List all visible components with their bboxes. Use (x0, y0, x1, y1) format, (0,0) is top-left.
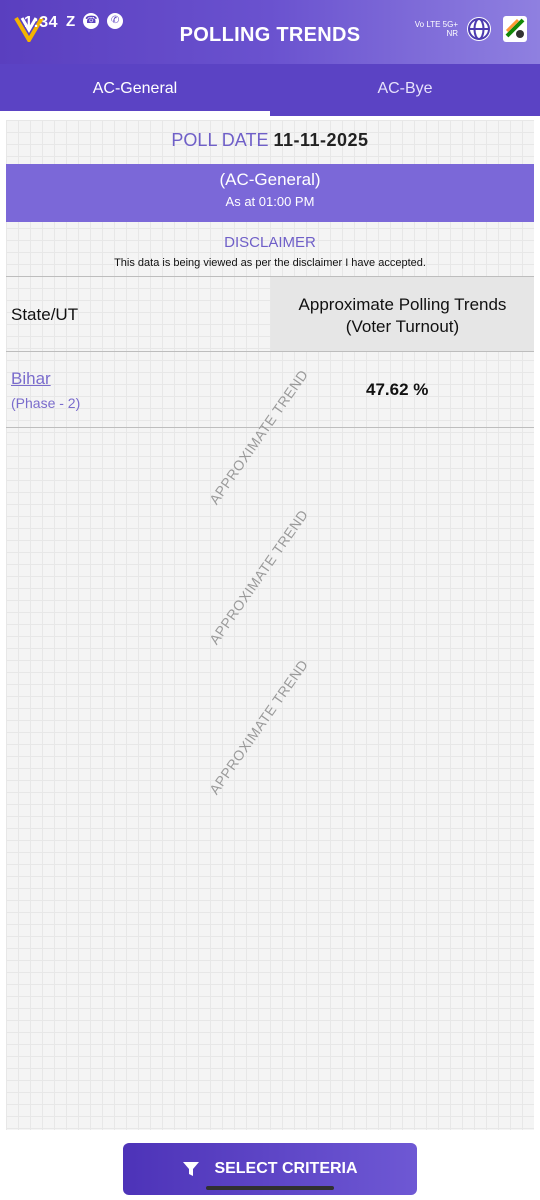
column-header-state: State/UT (11, 305, 79, 324)
column-header-turnout-line2: (Voter Turnout) (345, 317, 460, 336)
state-phase: (Phase - 2) (11, 395, 81, 411)
watermark: APPROXIMATE TREND (206, 656, 312, 798)
tab-ac-bye[interactable]: AC-Bye (270, 64, 540, 116)
poll-date-value: 11-11-2025 (273, 130, 369, 150)
tab-ac-general[interactable]: AC-General (0, 64, 270, 116)
tab-bar: AC-General AC-Bye (0, 64, 540, 116)
as-at-time: As at 01:00 PM (225, 194, 315, 209)
column-header-turnout-line1: Approximate Polling Trends (298, 295, 507, 314)
gesture-home-bar[interactable] (206, 1186, 334, 1190)
disclaimer-text: This data is being viewed as per the dis… (114, 257, 426, 269)
election-type: (AC-General) (219, 170, 321, 189)
eci-emblem-icon (503, 16, 527, 42)
status-right: Vo LTE 5G+ NR (415, 12, 530, 46)
content-area[interactable]: POLL DATE 11-11-2025 (AC-General) As at … (6, 120, 534, 1130)
election-type-band: (AC-General) As at 01:00 PM (6, 164, 534, 222)
turnout-value: 47.62 % (366, 380, 429, 399)
app-header: 1:34 Z ☎ ✆ POLLING TRENDS Vo LTE 5G+ NR (0, 0, 540, 64)
poll-date: POLL DATE 11-11-2025 (6, 130, 534, 151)
state-link-bihar[interactable]: Bihar (11, 369, 51, 389)
poll-date-label: POLL DATE (171, 130, 269, 150)
network-indicator: Vo LTE 5G+ NR (414, 20, 458, 38)
globe-icon[interactable] (464, 14, 494, 44)
table-header: State/UT Approximate Polling Trends (Vot… (6, 276, 534, 352)
active-tab-indicator (0, 111, 270, 116)
select-criteria-label: SELECT CRITERIA (214, 1160, 358, 1177)
watermark: APPROXIMATE TREND (206, 506, 312, 648)
column-header-turnout: Approximate Polling Trends (Voter Turnou… (271, 277, 534, 351)
disclaimer-link[interactable]: DISCLAIMER (6, 234, 534, 251)
filter-icon (183, 1162, 200, 1176)
